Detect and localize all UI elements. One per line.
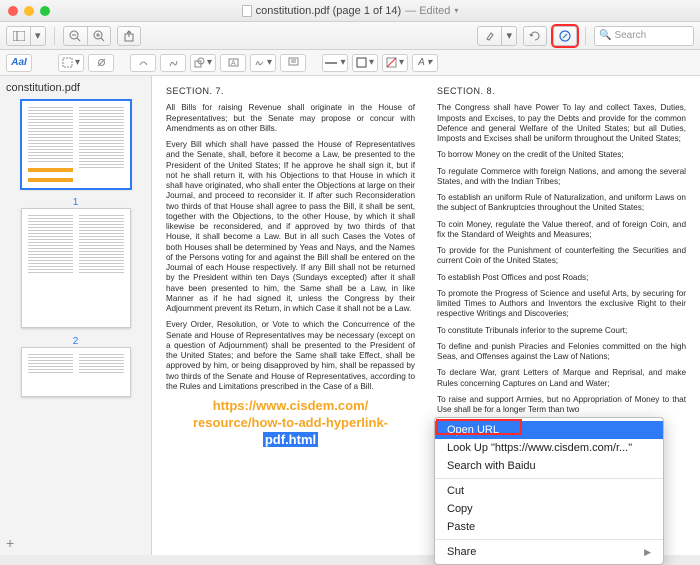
border-color-button[interactable]: ▾ bbox=[352, 54, 378, 72]
url-annotation[interactable]: https://www.cisdem.com/ resource/how-to-… bbox=[166, 398, 415, 449]
url-line2: resource/how-to-add-hyperlink- bbox=[193, 415, 388, 430]
font-button[interactable]: A▾ bbox=[412, 54, 438, 72]
markup-button[interactable] bbox=[553, 26, 577, 46]
highlight-button[interactable] bbox=[477, 26, 501, 46]
zoom-out-button[interactable] bbox=[63, 26, 87, 46]
context-menu-copy[interactable]: Copy bbox=[435, 500, 663, 518]
titlebar: constitution.pdf (page 1 of 14) — Edited… bbox=[0, 0, 700, 22]
url-line3-selected: pdf.html bbox=[263, 432, 318, 447]
window-title-edited: — Edited bbox=[405, 5, 450, 17]
view-mode-dropdown[interactable]: ▾ bbox=[30, 26, 46, 46]
thumbnail-sidebar: constitution.pdf 1 2 + bbox=[0, 76, 152, 555]
main-toolbar: ▾ ▾ 🔍 Search bbox=[0, 22, 700, 50]
page-thumbnail-3[interactable] bbox=[21, 347, 131, 397]
search-placeholder: Search bbox=[614, 30, 646, 41]
context-menu: Open URL Look Up "https://www.cisdem.com… bbox=[434, 417, 664, 565]
draw-tool-button[interactable] bbox=[160, 54, 186, 72]
section-8-p3: To regulate Commerce with foreign Nation… bbox=[437, 167, 686, 188]
highlight-dropdown[interactable]: ▾ bbox=[501, 26, 517, 46]
section-8-p7: To establish Post Offices and post Roads… bbox=[437, 273, 686, 283]
share-button[interactable] bbox=[117, 26, 141, 46]
window-title-text: constitution.pdf (page 1 of 14) bbox=[256, 5, 402, 17]
fill-color-button[interactable]: ▾ bbox=[382, 54, 408, 72]
url-line1: https://www.cisdem.com/ bbox=[213, 398, 369, 413]
rotate-button[interactable] bbox=[523, 26, 547, 46]
instant-alpha-button[interactable] bbox=[88, 54, 114, 72]
text-style-button[interactable]: AaI bbox=[6, 54, 32, 72]
search-field[interactable]: 🔍 Search bbox=[594, 26, 694, 46]
context-menu-open-url[interactable]: Open URL bbox=[435, 421, 663, 439]
context-menu-separator bbox=[435, 539, 663, 540]
section-8-p2: To borrow Money on the credit of the Uni… bbox=[437, 150, 686, 160]
context-menu-cut[interactable]: Cut bbox=[435, 482, 663, 500]
section-8-p9: To constitute Tribunals inferior to the … bbox=[437, 326, 686, 336]
sidebar-doc-title: constitution.pdf bbox=[6, 82, 145, 94]
title-dropdown-icon[interactable]: ▾ bbox=[454, 6, 458, 15]
section-8-p4: To establish an uniform Rule of Naturali… bbox=[437, 193, 686, 214]
text-tool-button[interactable]: A bbox=[220, 54, 246, 72]
add-page-button[interactable]: + bbox=[6, 535, 14, 551]
submenu-arrow-icon: ▶ bbox=[644, 547, 651, 558]
shapes-button[interactable]: ▾ bbox=[190, 54, 216, 72]
search-icon: 🔍 bbox=[599, 30, 611, 41]
page-right-column: SECTION. 8. The Congress shall have Powe… bbox=[437, 86, 686, 449]
section-7-p2: Every Bill which shall have passed the H… bbox=[166, 140, 415, 314]
svg-text:A: A bbox=[231, 60, 236, 67]
zoom-in-button[interactable] bbox=[87, 26, 111, 46]
sign-button[interactable]: ▾ bbox=[250, 54, 276, 72]
context-menu-separator bbox=[435, 478, 663, 479]
document-icon bbox=[242, 5, 252, 17]
section-7-heading: SECTION. 7. bbox=[166, 86, 415, 97]
context-menu-look-up[interactable]: Look Up "https://www.cisdem.com/r..." bbox=[435, 439, 663, 457]
markup-toolbar: AaI ▾ ▾ A ▾ ▾ ▾ ▾ A▾ bbox=[0, 50, 700, 76]
selection-tool-button[interactable]: ▾ bbox=[58, 54, 84, 72]
section-8-p12: To raise and support Armies, but no Appr… bbox=[437, 395, 686, 416]
section-7-p1: All Bills for raising Revenue shall orig… bbox=[166, 103, 415, 134]
view-mode-button[interactable] bbox=[6, 26, 30, 46]
sketch-tool-button[interactable] bbox=[130, 54, 156, 72]
section-8-p5: To coin Money, regulate the Value thereo… bbox=[437, 220, 686, 241]
border-style-button[interactable]: ▾ bbox=[322, 54, 348, 72]
section-8-p8: To promote the Progress of Science and u… bbox=[437, 289, 686, 320]
page-thumbnail-2[interactable] bbox=[21, 208, 131, 328]
page-thumbnail-1[interactable] bbox=[21, 100, 131, 189]
window-title: constitution.pdf (page 1 of 14) — Edited… bbox=[0, 5, 700, 17]
context-menu-paste[interactable]: Paste bbox=[435, 518, 663, 536]
thumbnail-1-label: 1 bbox=[6, 197, 145, 208]
context-menu-share[interactable]: Share▶ bbox=[435, 543, 663, 561]
section-8-p10: To define and punish Piracies and Feloni… bbox=[437, 342, 686, 363]
section-8-heading: SECTION. 8. bbox=[437, 86, 686, 97]
section-8-p11: To declare War, grant Letters of Marque … bbox=[437, 368, 686, 389]
section-7-p3: Every Order, Resolution, or Vote to whic… bbox=[166, 320, 415, 392]
note-button[interactable] bbox=[280, 54, 306, 72]
section-8-p6: To provide for the Punishment of counter… bbox=[437, 246, 686, 267]
thumbnail-2-label: 2 bbox=[6, 336, 145, 347]
page-left-column: SECTION. 7. All Bills for raising Revenu… bbox=[166, 86, 415, 449]
section-8-p1: The Congress shall have Power To lay and… bbox=[437, 103, 686, 144]
context-menu-search-baidu[interactable]: Search with Baidu bbox=[435, 457, 663, 475]
